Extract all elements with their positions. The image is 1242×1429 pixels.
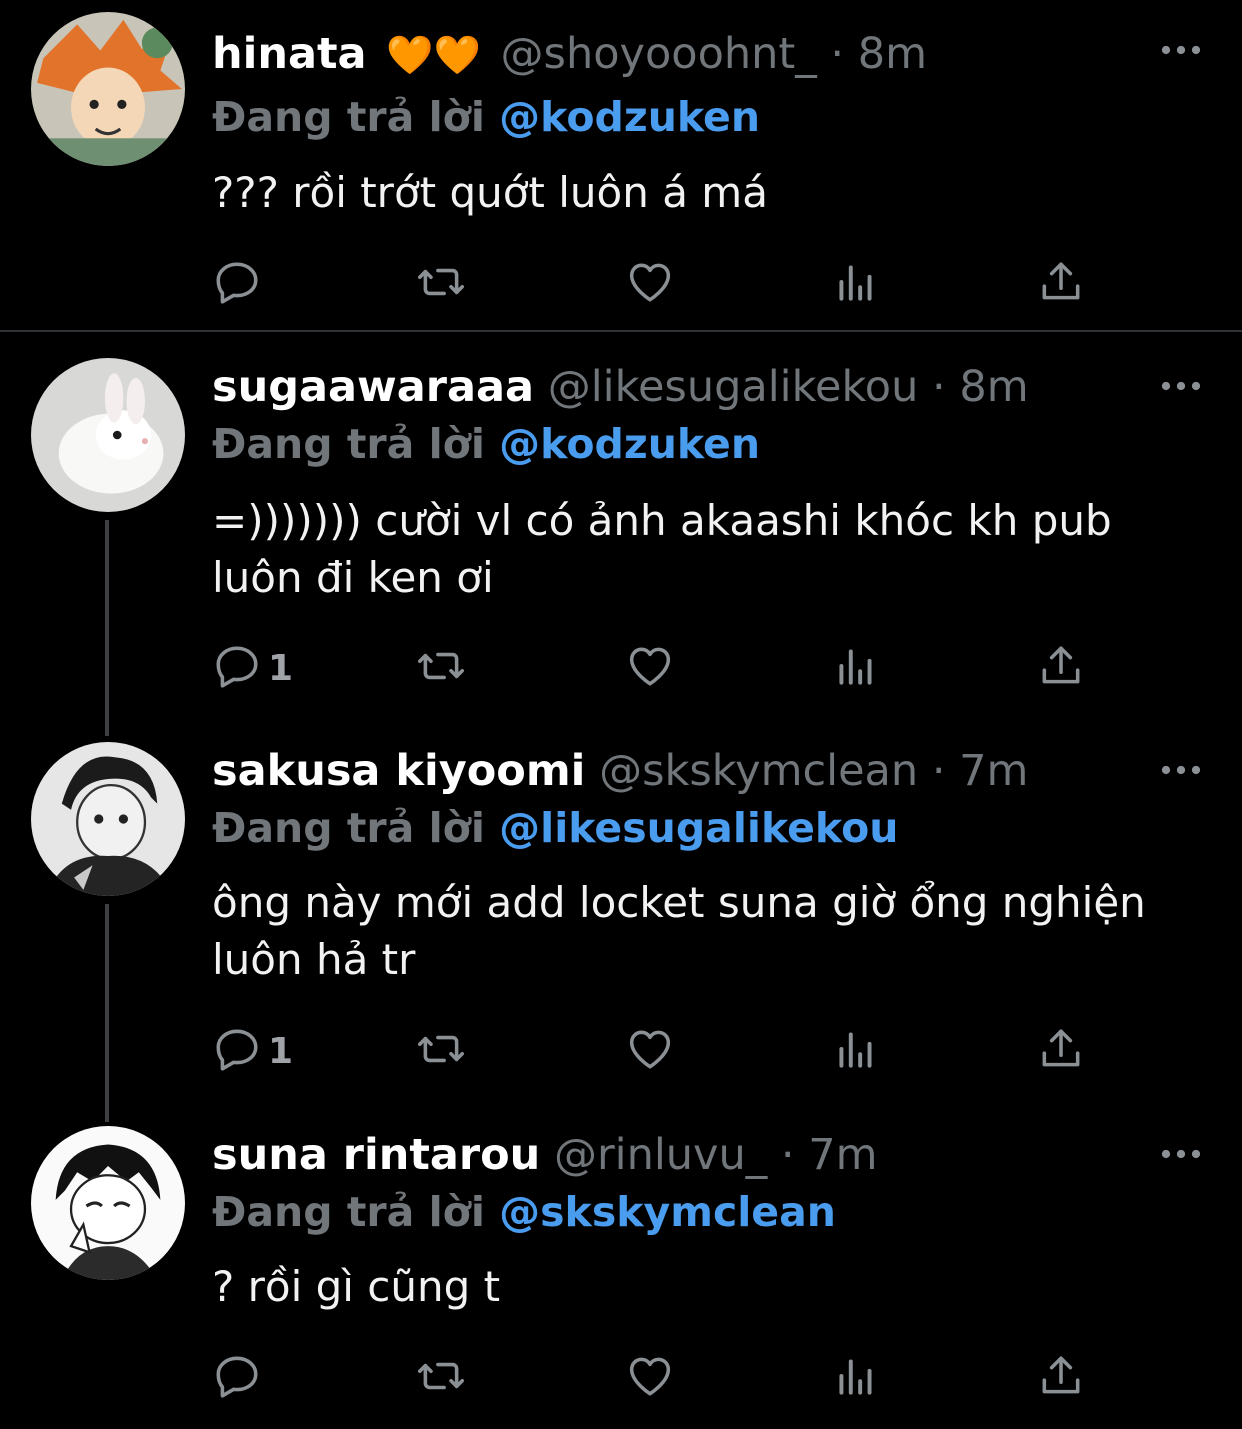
retweet-button[interactable] xyxy=(416,1025,466,1077)
like-button[interactable] xyxy=(625,258,675,310)
reply-button[interactable]: 1 xyxy=(212,642,293,694)
views-button[interactable] xyxy=(831,1352,881,1404)
retweet-button[interactable] xyxy=(416,1352,466,1404)
separator-dot: · xyxy=(780,1130,795,1180)
replying-to-label: Đang trả lời xyxy=(212,804,485,852)
tweet[interactable]: sakusa kiyoomi @skskymclean · 7m Đang tr… xyxy=(0,716,1242,1116)
replying-to-label: Đang trả lời xyxy=(212,1188,485,1236)
more-options-icon[interactable] xyxy=(1156,750,1206,790)
action-bar xyxy=(212,1352,1112,1404)
tweet-text: ông này mới add locket suna giờ ổng nghi… xyxy=(212,878,1146,984)
tweet-text: =))))))) cười vl có ảnh akaashi khóc kh … xyxy=(212,496,1112,602)
suna-avatar[interactable] xyxy=(31,1126,185,1280)
views-button[interactable] xyxy=(831,642,881,694)
replying-to: Đang trả lời @skskymclean xyxy=(212,1184,836,1240)
timestamp[interactable]: 7m xyxy=(808,1130,877,1180)
white-rabbit-avatar[interactable] xyxy=(31,358,185,512)
views-icon xyxy=(831,1351,881,1405)
share-icon xyxy=(1036,641,1086,695)
views-button[interactable] xyxy=(831,258,881,310)
display-name[interactable]: sakusa kiyoomi xyxy=(212,746,585,796)
share-icon xyxy=(1036,1024,1086,1078)
tweet-header: sugaawaraaa @likesugalikekou · 8m xyxy=(212,359,1029,415)
more-options-icon[interactable] xyxy=(1156,366,1206,406)
retweet-icon xyxy=(416,257,466,311)
like-button[interactable] xyxy=(625,642,675,694)
reply-button[interactable] xyxy=(212,258,268,310)
display-name[interactable]: sugaawaraaa xyxy=(212,362,534,412)
like-icon xyxy=(625,257,675,311)
tweet[interactable]: sugaawaraaa @likesugalikekou · 8m Đang t… xyxy=(0,332,1242,732)
reply-button[interactable] xyxy=(212,1352,268,1404)
user-handle[interactable]: @skskymclean xyxy=(599,746,918,796)
share-icon xyxy=(1036,1351,1086,1405)
reply-icon xyxy=(212,641,262,695)
views-icon xyxy=(831,257,881,311)
retweet-button[interactable] xyxy=(416,642,466,694)
name-emoji: 🧡🧡 xyxy=(386,33,481,77)
action-bar xyxy=(212,258,1112,310)
tweet[interactable]: hinata 🧡🧡 @shoyooohnt_ · 8m Đang trả lời… xyxy=(0,0,1242,330)
tweet-header: suna rintarou @rinluvu_ · 7m xyxy=(212,1127,878,1183)
mention-link[interactable]: @kodzuken xyxy=(499,93,760,141)
tweet-text: ??? rồi trớt quớt luôn á má xyxy=(212,168,768,217)
hinata-avatar[interactable] xyxy=(31,12,185,166)
tweet-header: sakusa kiyoomi @skskymclean · 7m xyxy=(212,743,1028,799)
share-button[interactable] xyxy=(1036,1025,1086,1077)
reply-count: 1 xyxy=(268,1030,294,1072)
display-name[interactable]: hinata xyxy=(212,29,367,79)
like-icon xyxy=(625,1351,675,1405)
separator-dot: · xyxy=(932,362,946,412)
action-bar: 1 xyxy=(212,642,1112,694)
mention-link[interactable]: @kodzuken xyxy=(499,420,760,468)
reply-icon xyxy=(212,1024,262,1078)
replying-to: Đang trả lời @kodzuken xyxy=(212,89,760,145)
more-options-icon[interactable] xyxy=(1156,1134,1206,1174)
share-button[interactable] xyxy=(1036,258,1086,310)
like-icon xyxy=(625,1024,675,1078)
replying-to-label: Đang trả lời xyxy=(212,420,485,468)
views-icon xyxy=(831,641,881,695)
sakusa-avatar[interactable] xyxy=(31,742,185,896)
retweet-icon xyxy=(416,1024,466,1078)
user-handle[interactable]: @rinluvu_ xyxy=(554,1130,767,1180)
share-button[interactable] xyxy=(1036,1352,1086,1404)
timestamp[interactable]: 8m xyxy=(959,362,1028,412)
mention-link[interactable]: @likesugalikekou xyxy=(499,804,898,852)
replying-to: Đang trả lời @kodzuken xyxy=(212,416,760,472)
display-name[interactable]: suna rintarou xyxy=(212,1130,540,1180)
retweet-icon xyxy=(416,641,466,695)
tweet-text: ? rồi gì cũng t xyxy=(212,1262,501,1311)
reply-button[interactable]: 1 xyxy=(212,1025,293,1077)
views-icon xyxy=(831,1024,881,1078)
separator-dot: · xyxy=(830,29,845,79)
tweet[interactable]: suna rintarou @rinluvu_ · 7m Đang trả lờ… xyxy=(0,1100,1242,1429)
separator-dot: · xyxy=(931,746,946,796)
timestamp[interactable]: 7m xyxy=(959,746,1028,796)
replying-to: Đang trả lời @likesugalikekou xyxy=(212,800,898,856)
views-button[interactable] xyxy=(831,1025,881,1077)
like-button[interactable] xyxy=(625,1025,675,1077)
timestamp[interactable]: 8m xyxy=(858,29,927,79)
retweet-icon xyxy=(416,1351,466,1405)
like-icon xyxy=(625,641,675,695)
mention-link[interactable]: @skskymclean xyxy=(499,1188,836,1236)
reply-icon xyxy=(212,257,262,311)
tweet-header: hinata 🧡🧡 @shoyooohnt_ · 8m xyxy=(212,26,927,82)
user-handle[interactable]: @shoyooohnt_ xyxy=(501,29,817,79)
reply-icon xyxy=(212,1351,262,1405)
user-handle[interactable]: @likesugalikekou xyxy=(548,362,919,412)
replying-to-label: Đang trả lời xyxy=(212,93,485,141)
more-options-icon[interactable] xyxy=(1156,30,1206,70)
share-button[interactable] xyxy=(1036,642,1086,694)
reply-count: 1 xyxy=(268,647,294,689)
like-button[interactable] xyxy=(625,1352,675,1404)
retweet-button[interactable] xyxy=(416,258,466,310)
action-bar: 1 xyxy=(212,1025,1112,1077)
share-icon xyxy=(1036,257,1086,311)
